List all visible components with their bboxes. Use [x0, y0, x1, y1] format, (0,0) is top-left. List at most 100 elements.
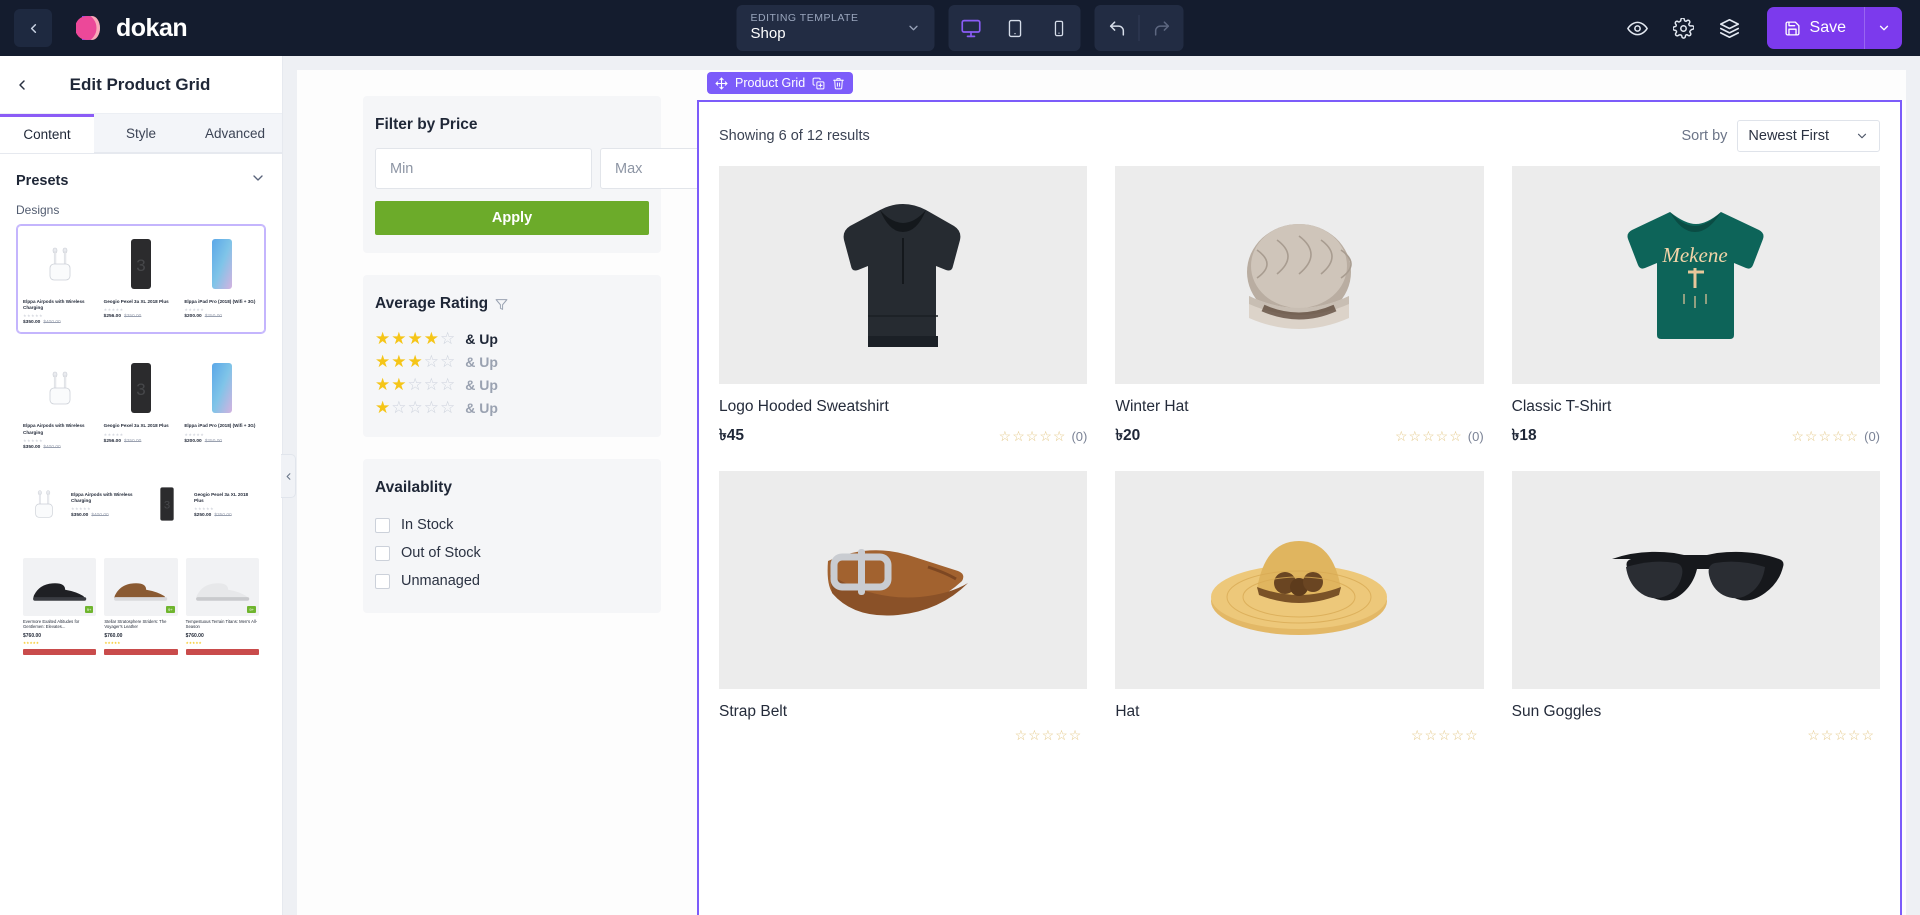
preview-button[interactable] — [1617, 7, 1659, 49]
design-preset-3[interactable]: Elppa Airpods with Wireless Charging ★★★… — [16, 472, 266, 535]
checkbox[interactable] — [375, 573, 390, 589]
preset-product-name: Geogio Pexel 3a XL 2018 Plus — [103, 299, 169, 304]
rating-filter-2-up[interactable]: ★★☆☆☆ & Up — [375, 373, 649, 396]
preset-stars: ★★★★★ — [104, 640, 121, 645]
undo-button[interactable] — [1095, 5, 1139, 51]
product-grid-frame: Showing 6 of 12 results Sort by Newest F… — [697, 100, 1902, 915]
preset-accent-bar — [104, 648, 178, 655]
chevron-left-icon — [286, 472, 290, 480]
product-rating: ☆☆☆☆☆ (0) — [1791, 429, 1880, 444]
presets-toggle[interactable] — [250, 170, 266, 191]
redo-icon — [1154, 20, 1169, 36]
chevron-down-icon — [1857, 133, 1867, 139]
sort-select[interactable]: Newest First — [1737, 120, 1880, 152]
save-options-button[interactable] — [1864, 7, 1902, 49]
rating-filter-3-up[interactable]: ★★★☆☆ & Up — [375, 350, 649, 373]
panel-tabs: Content Style Advanced — [0, 114, 282, 154]
template-label: EDITING TEMPLATE — [750, 11, 859, 24]
availability-option-unmanaged[interactable]: Unmanaged — [375, 567, 649, 595]
tab-style[interactable]: Style — [94, 114, 188, 153]
panel-back-button[interactable] — [14, 77, 30, 93]
product-image-tshirt: Mekene — [1511, 166, 1880, 384]
move-icon[interactable] — [715, 77, 728, 90]
main-layout: Edit Product Grid Content Style Advanced… — [0, 56, 1920, 915]
trash-icon[interactable] — [832, 77, 845, 90]
preset-product-name: Elppa iPad Pro (2018) (Wifi + 3G) — [184, 423, 256, 429]
preset-product-name: Elppa iPad Pro (2018) (Wifi + 3G) — [184, 299, 256, 304]
tablet-icon — [1008, 19, 1021, 37]
product-card[interactable]: Mekene Classic T-Shirt ৳18 ☆☆☆☆☆ (0) — [1511, 166, 1880, 449]
preset-item: 9+ Tempestuous Terrain Titans: Men's All… — [185, 557, 259, 655]
product-card[interactable]: Hat ☆☆☆☆☆ — [1115, 471, 1484, 742]
layers-icon — [1719, 18, 1740, 38]
availability-label: Unmanaged — [401, 573, 480, 589]
preset-badge: 9+ — [247, 605, 256, 613]
checkbox[interactable] — [375, 517, 390, 533]
product-image-strap-belt — [719, 471, 1088, 689]
design-preset-4[interactable]: 9+ Evermore Exalted Altitudes for Gentle… — [16, 548, 266, 664]
funnel-icon[interactable] — [495, 298, 508, 311]
product-thumb-airpods — [23, 233, 98, 295]
product-card[interactable]: Sun Goggles ☆☆☆☆☆ — [1511, 471, 1880, 742]
price-range-inputs — [375, 148, 817, 189]
availability-option-out-of-stock[interactable]: Out of Stock — [375, 539, 649, 567]
layers-button[interactable] — [1709, 7, 1751, 49]
redo-button[interactable] — [1140, 5, 1184, 51]
preset-stars: ★★★★★ — [103, 307, 124, 313]
panel-collapse-handle[interactable] — [281, 454, 296, 498]
product-footer: ☆☆☆☆☆ — [719, 728, 1087, 742]
toolbar-center: EDITING TEMPLATE Shop — [736, 5, 1184, 51]
duplicate-icon[interactable] — [812, 77, 825, 90]
preset-price: $256.00 $350.00 — [103, 438, 142, 444]
sort-value: Newest First — [1748, 128, 1829, 144]
review-count: (0) — [1864, 428, 1880, 444]
product-rating: ☆☆☆☆☆ — [1015, 728, 1088, 742]
gear-icon — [1673, 17, 1695, 39]
preset-price: $760.00 — [23, 632, 42, 639]
panel-header: Edit Product Grid — [0, 56, 282, 114]
rating-up-label: & Up — [465, 399, 498, 416]
top-toolbar: dokan EDITING TEMPLATE Shop Save — [0, 0, 1920, 56]
product-card[interactable]: Logo Hooded Sweatshirt ৳45 ☆☆☆☆☆ (0) — [719, 166, 1088, 449]
save-button-main[interactable]: Save — [1767, 19, 1864, 37]
tablet-view-button[interactable] — [993, 5, 1037, 51]
star-rating: ★★☆☆☆ — [375, 375, 457, 394]
design-preset-1[interactable]: Elppa Airpods with Wireless Charging ★★★… — [16, 224, 266, 335]
preset-item: 3 Geogio Pexel 3a XL 2018 Plus ★★★★★ $25… — [146, 482, 259, 526]
rating-filter-4-up[interactable]: ★★★★☆ & Up — [375, 327, 649, 350]
apply-price-filter-button[interactable]: Apply — [375, 201, 649, 235]
rating-filter-1-up[interactable]: ★☆☆☆☆ & Up — [375, 396, 649, 419]
preset-grid: 9+ Evermore Exalted Altitudes for Gentle… — [23, 557, 259, 655]
template-selector[interactable]: EDITING TEMPLATE Shop — [736, 5, 935, 51]
tab-advanced[interactable]: Advanced — [188, 114, 282, 153]
product-card[interactable]: Strap Belt ☆☆☆☆☆ — [719, 471, 1088, 742]
product-grid-widget[interactable]: Product Grid Showing 6 of 12 results Sor… — [697, 70, 1906, 915]
preset-product-name: Tempestuous Terrain Titans: Men's All-Se… — [185, 618, 258, 630]
settings-button[interactable] — [1663, 7, 1705, 49]
preset-product-name: Elppa Airpods with Wireless Charging — [23, 299, 85, 311]
svg-text:3: 3 — [136, 256, 145, 275]
preset-product-name: Geogio Pexel 3a XL 2018 Plus — [103, 423, 169, 429]
star-rating: ★★★☆☆ — [375, 352, 457, 371]
preset-price: $760.00 — [185, 632, 204, 639]
desktop-view-button[interactable] — [949, 5, 993, 51]
checkbox[interactable] — [375, 545, 390, 561]
back-button[interactable] — [14, 9, 52, 47]
widget-toolbar[interactable]: Product Grid — [707, 72, 854, 94]
device-switcher — [948, 5, 1081, 51]
product-card[interactable]: Winter Hat ৳20 ☆☆☆☆☆ (0) — [1115, 166, 1484, 449]
star-rating: ☆☆☆☆☆ — [998, 428, 1067, 444]
product-name: Hat — [1115, 703, 1140, 720]
availability-option-in-stock[interactable]: In Stock — [375, 511, 649, 539]
tab-content[interactable]: Content — [0, 114, 94, 153]
save-button[interactable]: Save — [1766, 7, 1902, 49]
preset-badge: 9+ — [166, 605, 175, 613]
price-min-input[interactable] — [375, 148, 592, 189]
presets-section-header[interactable]: Presets — [0, 154, 282, 203]
brand-name: dokan — [116, 13, 188, 42]
product-thumb-pixel: 3 — [103, 357, 179, 420]
preset-price: $250.00 $350.00 — [194, 513, 232, 519]
mobile-view-button[interactable] — [1037, 5, 1081, 51]
design-preset-2[interactable]: Elppa Airpods with Wireless Charging ★★★… — [16, 348, 266, 459]
review-count: (0) — [1467, 428, 1484, 444]
